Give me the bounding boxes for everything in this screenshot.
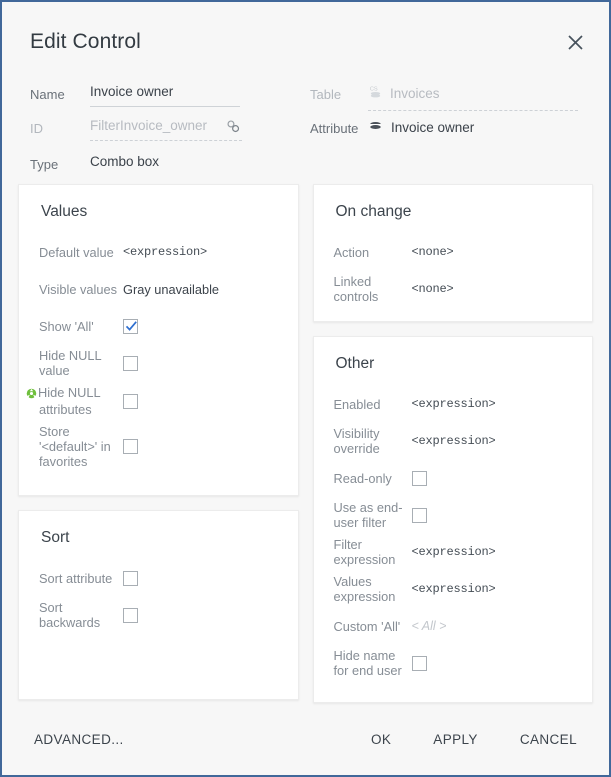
attribute-disc-icon — [368, 118, 383, 138]
action-row: Action <none> — [334, 237, 573, 267]
read-only-checkbox[interactable] — [411, 470, 427, 486]
sort-backwards-label: Sort backwards — [39, 600, 101, 630]
visible-values-value[interactable]: Gray unavailable — [123, 282, 219, 297]
name-label: Name — [30, 87, 65, 102]
right-column: On change Action <none> Linked controls … — [312, 184, 593, 703]
hide-name-for-end-user-label: Hide name for end user — [333, 648, 402, 678]
table-label: Table — [310, 87, 342, 102]
dialog-header: Edit Control — [2, 2, 609, 66]
filter-expression-value[interactable]: <expression> — [412, 545, 496, 560]
sort-attribute-checkbox[interactable] — [123, 570, 138, 586]
visibility-override-value[interactable]: <expression> — [412, 434, 496, 449]
hide-null-value-row: Hide NULL value — [39, 348, 278, 378]
type-value[interactable]: Combo box — [90, 154, 159, 170]
name-row: Name Invoice owner — [30, 84, 240, 107]
hide-null-attributes-label: Hide NULL attributes — [26, 385, 123, 417]
action-label: Action — [333, 244, 370, 260]
dialog-footer: ADVANCED... OK APPLY CANCEL — [2, 703, 609, 775]
default-value-row: Default value <expression> — [39, 237, 278, 267]
table-value[interactable]: Invoices — [390, 86, 440, 102]
hide-null-attributes-row: Hide NULL attributes — [26, 385, 278, 417]
linked-controls-row: Linked controls <none> — [334, 274, 573, 304]
hide-null-value-checkbox[interactable] — [123, 355, 138, 371]
custom-all-label: Custom 'All' — [333, 618, 401, 634]
apply-button[interactable]: APPLY — [429, 726, 482, 753]
sort-attribute-row: Sort attribute — [39, 563, 278, 593]
sort-attribute-label: Sort attribute — [39, 570, 113, 586]
store-default-favorites-checkbox[interactable] — [123, 439, 138, 454]
visible-values-label: Visible values — [39, 281, 118, 297]
sort-card-title: Sort — [41, 529, 70, 546]
enabled-label: Enabled — [333, 396, 381, 412]
page-title: Edit Control — [30, 30, 141, 53]
other-card: Other Enabled <expression> Visibility ov… — [312, 336, 593, 703]
values-expression-value[interactable]: <expression> — [412, 582, 496, 597]
action-value[interactable]: <none> — [412, 245, 454, 260]
name-input[interactable]: Invoice owner — [90, 84, 240, 107]
visibility-override-row: Visibility override <expression> — [334, 426, 573, 456]
default-value-value[interactable]: <expression> — [123, 245, 207, 260]
enabled-row: Enabled <expression> — [334, 389, 573, 419]
cube-cs-icon: CS — [368, 84, 383, 104]
ok-button[interactable]: OK — [367, 726, 395, 753]
table-row: Table CS Invoices — [310, 84, 580, 111]
linked-controls-value[interactable]: <none> — [412, 282, 454, 297]
show-all-checkbox[interactable] — [123, 318, 138, 334]
attribute-row: Attribute Invoice owner — [310, 118, 580, 138]
id-input[interactable]: FilterInvoice_owner — [90, 118, 242, 141]
green-warning-icon — [26, 387, 37, 402]
advanced-button[interactable]: ADVANCED... — [30, 726, 128, 753]
sort-backwards-checkbox[interactable] — [123, 607, 138, 623]
hide-name-for-end-user-checkbox[interactable] — [411, 655, 427, 671]
store-default-favorites-label: Store '<default>' in favorites — [39, 424, 111, 469]
read-only-row: Read-only — [334, 463, 573, 493]
dialog-body: Values Default value <expression> Visibl… — [2, 184, 609, 703]
left-column: Values Default value <expression> Visibl… — [18, 184, 299, 703]
other-card-title: Other — [335, 355, 375, 372]
visibility-override-label: Visibility override — [333, 426, 380, 456]
use-as-end-user-filter-row: Use as end-user filter — [334, 500, 573, 530]
visible-values-row: Visible values Gray unavailable — [39, 274, 278, 304]
default-value-label: Default value — [39, 244, 114, 260]
custom-all-input[interactable]: < All > — [412, 619, 447, 634]
attribute-label: Attribute — [310, 121, 359, 136]
values-card: Values Default value <expression> Visibl… — [18, 184, 299, 496]
store-default-favorites-row: Store '<default>' in favorites — [39, 424, 278, 469]
sort-backwards-row: Sort backwards — [39, 600, 278, 630]
hide-null-attributes-text: Hide NULL attributes — [38, 385, 101, 417]
edit-control-dialog: Edit Control Name Invoice owner ID Filte… — [0, 0, 611, 777]
values-card-title: Values — [41, 203, 88, 220]
on-change-card: On change Action <none> Linked controls … — [312, 184, 593, 322]
close-icon[interactable] — [561, 28, 589, 56]
values-expression-row: Values expression <expression> — [334, 574, 573, 604]
filter-expression-row: Filter expression <expression> — [334, 537, 573, 567]
use-as-end-user-filter-checkbox[interactable] — [411, 507, 427, 523]
on-change-card-title: On change — [335, 203, 412, 220]
linked-controls-label: Linked controls — [333, 274, 379, 304]
filter-expression-label: Filter expression — [333, 537, 396, 567]
read-only-label: Read-only — [333, 470, 392, 486]
control-properties-form: Name Invoice owner ID FilterInvoice_owne… — [2, 66, 609, 176]
chain-link-icon[interactable] — [226, 119, 242, 135]
sort-card: Sort Sort attribute Sort backwards — [18, 510, 299, 700]
hide-null-attributes-checkbox[interactable] — [123, 393, 138, 409]
enabled-value[interactable]: <expression> — [412, 397, 496, 412]
use-as-end-user-filter-label: Use as end-user filter — [333, 500, 403, 530]
cancel-button[interactable]: CANCEL — [516, 726, 581, 753]
hide-name-for-end-user-row: Hide name for end user — [334, 648, 573, 678]
id-row: ID FilterInvoice_owner — [30, 118, 242, 141]
attribute-value[interactable]: Invoice owner — [391, 120, 474, 136]
svg-text:CS: CS — [370, 87, 378, 93]
hide-null-value-label: Hide NULL value — [39, 348, 102, 378]
values-expression-label: Values expression — [333, 574, 396, 604]
show-all-row: Show 'All' — [39, 311, 278, 341]
custom-all-row: Custom 'All' < All > — [334, 611, 573, 641]
id-label: ID — [30, 121, 43, 136]
show-all-label: Show 'All' — [39, 318, 94, 334]
type-row: Type Combo box — [30, 154, 159, 172]
type-label: Type — [30, 157, 59, 172]
